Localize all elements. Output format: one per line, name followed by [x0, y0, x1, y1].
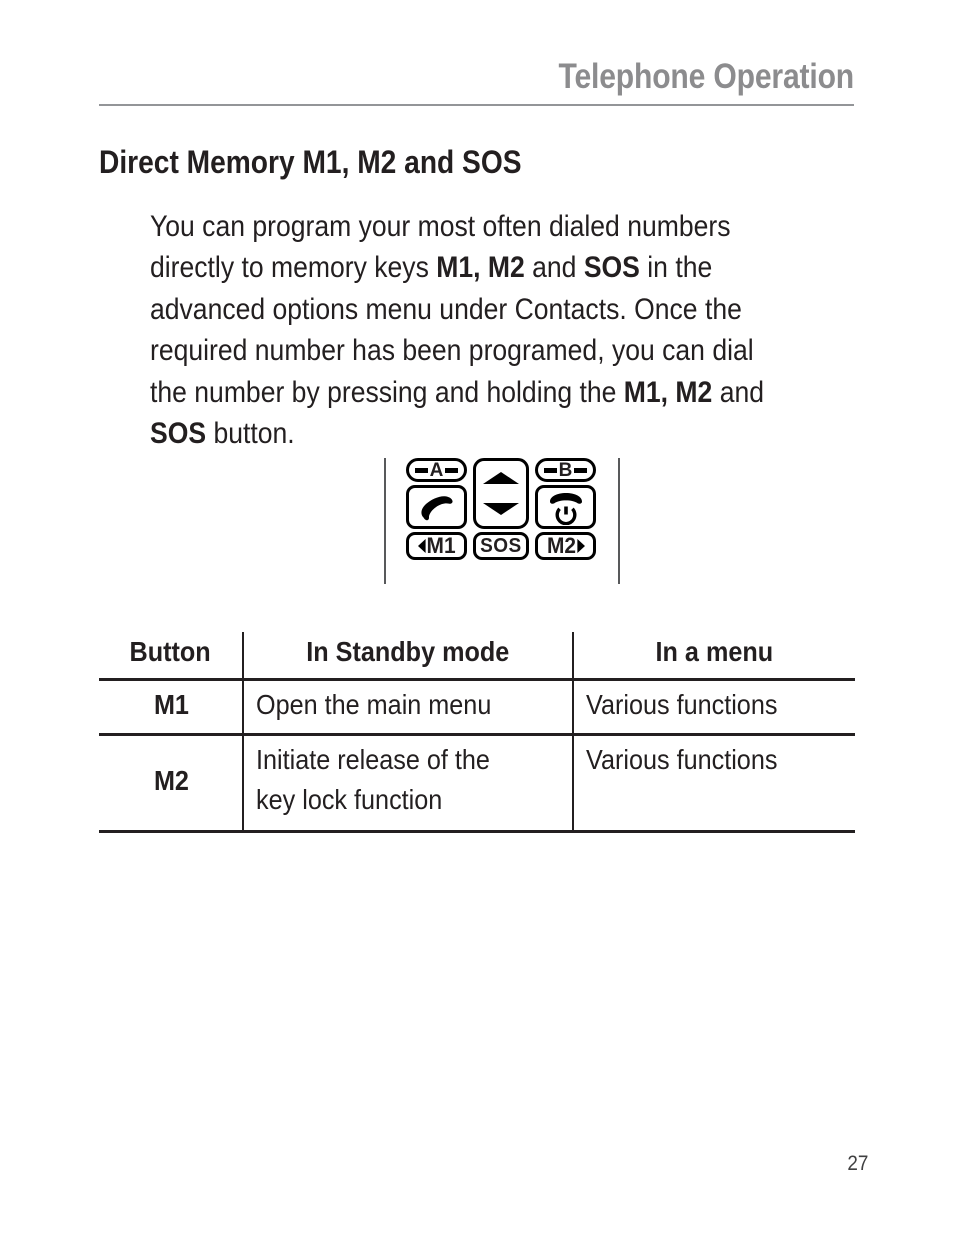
key-m2: M2: [535, 532, 596, 560]
table-head: Button In Standby mode In a menu: [99, 632, 855, 681]
table-row: M2 Initiate release of the key lock func…: [99, 734, 855, 833]
key-sos: SOS: [473, 532, 529, 560]
phone-body-edge-left: [384, 458, 386, 584]
key-navigation: [473, 458, 529, 529]
navigation-arrows: [476, 461, 526, 526]
cell-button-m2: M2: [99, 734, 243, 833]
triangle-down-icon: [483, 502, 519, 515]
keypad-illustration: A B M1 SOS M2: [384, 458, 620, 584]
cell-standby-m1: Open the main menu: [241, 679, 575, 736]
paragraph-part-5: button.: [206, 417, 295, 451]
column-header-button-text: Button: [129, 636, 211, 667]
dash-left-icon: [414, 467, 428, 473]
button-function-table: Button In Standby mode In a menu M1 Open…: [99, 632, 855, 833]
cell-button-m1: M1: [99, 679, 243, 736]
dash-left-icon: [543, 467, 557, 473]
column-header-button: Button: [99, 632, 243, 681]
phone-hangup-power-icon: [549, 493, 582, 525]
table-row: M1 Open the main menu Various functions: [99, 679, 855, 736]
column-header-menu: In a menu: [573, 632, 855, 681]
cell-button-m1-text: M1: [153, 689, 189, 720]
body-paragraph: You can program your most often dialed n…: [150, 206, 785, 456]
column-header-standby-text: In Standby mode: [306, 636, 510, 667]
key-a-letter: A: [429, 459, 444, 481]
triangle-up-icon: [483, 472, 519, 485]
cell-standby-m1-text: Open the main menu: [255, 689, 492, 720]
key-b-label: B: [543, 459, 588, 481]
page-number: 27: [846, 1152, 868, 1175]
table-body: M1 Open the main menu Various functions …: [99, 679, 855, 833]
cell-menu-m2: Various functions: [573, 734, 855, 833]
header-divider-rule: [99, 103, 854, 106]
triangle-left-icon: [417, 539, 426, 553]
key-m1-label: M1: [417, 533, 456, 558]
running-header-title: Telephone Operation: [558, 57, 854, 96]
phone-handset-icon: [420, 496, 453, 521]
key-a-label: A: [414, 459, 459, 481]
key-sos-label: SOS: [480, 535, 522, 557]
key-call: [406, 485, 467, 529]
key-m2-label: M2: [547, 535, 585, 557]
key-a: A: [406, 458, 467, 482]
paragraph-part-4: and: [712, 375, 764, 409]
cell-menu-m1-text: Various functions: [586, 689, 778, 720]
cell-menu-m2-text: Various functions: [586, 744, 778, 775]
dash-right-icon: [445, 467, 459, 473]
key-b-letter: B: [558, 459, 573, 481]
paragraph-bold-m1m2-a: M1, M2: [436, 251, 525, 285]
dash-right-icon: [574, 467, 588, 473]
key-m2-text: M2: [546, 533, 576, 558]
triangle-right-icon: [576, 539, 585, 553]
paragraph-bold-sos-b: SOS: [150, 417, 207, 451]
cell-standby-m2-text: Initiate release of the key lock functio…: [255, 744, 490, 815]
paragraph-bold-sos-a: SOS: [583, 251, 640, 285]
paragraph-part-2: and: [524, 251, 584, 285]
key-m1: M1: [406, 532, 467, 560]
cell-standby-m2: Initiate release of the key lock functio…: [241, 734, 575, 833]
document-page: Telephone Operation Direct Memory M1, M2…: [0, 0, 954, 1247]
column-header-standby: In Standby mode: [241, 632, 575, 681]
key-power-endcall: [535, 485, 596, 529]
keypad-grid: A B M1 SOS M2: [406, 458, 596, 584]
key-m1-text: M1: [426, 533, 456, 558]
phone-body-edge-right: [618, 458, 620, 584]
cell-menu-m1: Various functions: [573, 679, 855, 736]
table-header-row: Button In Standby mode In a menu: [99, 632, 855, 681]
paragraph-bold-m1m2-b: M1, M2: [623, 375, 713, 409]
running-header: Telephone Operation: [99, 57, 854, 106]
cell-button-m2-text: M2: [153, 765, 189, 796]
column-header-menu-text: In a menu: [655, 636, 774, 667]
key-b: B: [535, 458, 596, 482]
section-heading: Direct Memory M1, M2 and SOS: [99, 144, 522, 181]
